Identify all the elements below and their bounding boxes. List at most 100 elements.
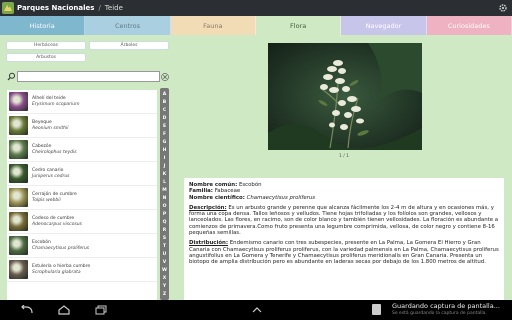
description-text: Es un arbusto grande y perenne que alcan… <box>189 204 499 237</box>
tab-centros[interactable]: Centros <box>85 16 171 35</box>
species-scientific-name: Chamaecytisus proliferus <box>32 245 90 251</box>
list-item[interactable]: Estulería o hierba cumbre Scrophularia gl… <box>7 258 157 282</box>
alphabet-letter[interactable]: V <box>163 260 166 265</box>
home-icon[interactable] <box>57 304 71 316</box>
filter-arboles-button[interactable]: Árboles <box>89 41 169 50</box>
distribution-label: Distribución: <box>189 240 229 247</box>
species-scientific-name: Scrophularia glabrata <box>32 269 81 275</box>
search-input[interactable] <box>17 71 160 82</box>
alphabet-letter[interactable]: B <box>163 100 166 105</box>
species-thumbnail <box>9 260 28 279</box>
filter-herbaceas-button[interactable]: Herbáceas <box>6 41 86 50</box>
list-item[interactable]: Codeso de cumbre Adenocarpus viscosus <box>7 210 157 234</box>
list-item-text: Alhelí del teide Erysimum scoparium <box>32 96 80 108</box>
list-item-text: Beyeque Aeonium smithii <box>32 120 68 132</box>
scientific-name-label: Nombre científico: <box>189 194 245 201</box>
chevron-up-icon[interactable] <box>250 304 264 316</box>
list-item-text: Cabezón Cheirolophus teydis <box>32 144 77 156</box>
alphabet-letter[interactable]: P <box>163 212 166 217</box>
list-item[interactable]: Cedro canario Juniperus cedrus <box>7 162 157 186</box>
alphabet-letter[interactable]: I <box>164 156 166 161</box>
alphabet-letter[interactable]: N <box>163 196 167 201</box>
back-icon[interactable] <box>20 304 34 316</box>
list-item[interactable]: Beyeque Aeonium smithii <box>7 114 157 138</box>
alphabet-letter[interactable]: R <box>163 228 166 233</box>
alphabet-letter[interactable]: Y <box>163 284 166 289</box>
gear-icon[interactable] <box>497 2 509 14</box>
notification-subtitle: Se está guardando la captura de pantalla… <box>392 311 487 316</box>
species-scientific-name: Erysimum scoparium <box>32 101 80 107</box>
species-list: Alhelí del teide Erysimum scoparium Beyequ… <box>7 90 157 300</box>
filter-group: Herbáceas Árboles Arbustos <box>6 41 169 65</box>
search-icon <box>6 71 17 82</box>
breadcrumb: Teide <box>104 4 123 12</box>
list-item-text: Cerrajón de cumbre Tolpis webbii <box>32 192 77 204</box>
tab-curiosidades[interactable]: Curiosidades <box>426 16 512 35</box>
alphabet-letter[interactable]: L <box>163 180 166 185</box>
filter-arbustos-button[interactable]: Arbustos <box>6 53 86 62</box>
alphabet-letter[interactable]: Z <box>163 292 166 297</box>
alphabet-letter[interactable]: U <box>163 252 167 257</box>
alphabet-letter[interactable]: C <box>163 108 166 113</box>
alphabet-letter[interactable]: Q <box>163 220 167 225</box>
family-label: Familia: <box>189 188 213 195</box>
close-icon[interactable] <box>160 71 170 82</box>
list-item[interactable]: Cerrajón de cumbre Tolpis webbii <box>7 186 157 210</box>
screenshot-notification: Guardando captura de pantalla... Se está… <box>372 302 512 318</box>
scientific-name: Chamaecytisus proliferus <box>246 194 316 201</box>
alphabet-letter[interactable]: K <box>163 172 167 177</box>
photo-counter: 1 / 1 <box>338 154 350 159</box>
species-scientific-name: Aeonium smithii <box>32 125 69 131</box>
species-description: Nombre común: Escobón Familia: Fabaceae … <box>184 178 504 300</box>
action-bar: Parques Nacionales / Teide <box>0 0 512 16</box>
description-label: Descripción: <box>189 204 227 211</box>
alphabet-letter[interactable]: S <box>163 236 166 241</box>
species-photo[interactable] <box>268 43 422 150</box>
list-item[interactable]: Escobón Chamaecytisus proliferus <box>7 234 157 258</box>
alphabet-letter[interactable]: W <box>162 268 167 273</box>
list-item[interactable]: Alhelí del teide Erysimum scoparium <box>7 90 157 114</box>
recent-apps-icon[interactable] <box>94 304 108 316</box>
species-detail-panel: 1 / 1 Nombre común: Escobón Familia: Fab… <box>176 36 512 300</box>
species-list-panel: Herbáceas Árboles Arbustos Alhelí del te… <box>0 36 175 300</box>
alphabet-letter[interactable]: M <box>162 188 166 193</box>
species-thumbnail <box>9 140 28 159</box>
species-scientific-name: Juniperus cedrus <box>32 173 70 179</box>
alphabet-letter[interactable]: J <box>164 164 166 169</box>
species-scientific-name: Tolpis webbii <box>32 197 61 203</box>
species-thumbnail <box>9 116 28 135</box>
species-thumbnail <box>9 164 28 183</box>
list-item-text: Estulería o hierba cumbre Scrophularia gl… <box>32 264 90 276</box>
app-title: Parques Nacionales <box>17 4 95 12</box>
list-item-text: Cedro canario Juniperus cedrus <box>32 168 70 180</box>
common-name: Escobón <box>238 182 262 188</box>
family-value: Fabaceae <box>214 188 241 195</box>
distribution-text: Endemismo canario con tres subespecies, … <box>189 240 499 266</box>
section-tabs: Historia Centros Fauna Flora Navegador C… <box>0 16 512 36</box>
alphabet-letter[interactable]: G <box>163 140 167 145</box>
app-logo-icon[interactable] <box>2 2 14 14</box>
alphabet-letter[interactable]: O <box>163 204 167 209</box>
alphabet-index[interactable]: ABCDEFGHIJKLMNOPQRSTUVWXYZ <box>160 88 169 300</box>
list-item-text: Escobón Chamaecytisus proliferus <box>32 240 89 252</box>
alphabet-letter[interactable]: X <box>163 276 166 281</box>
alphabet-letter[interactable]: A <box>163 92 166 97</box>
species-scientific-name: Adenocarpus viscosus <box>32 221 82 227</box>
breadcrumb-separator: / <box>98 4 101 12</box>
notification-title: Guardando captura de pantalla... <box>392 302 500 310</box>
species-scientific-name: Cheirolophus teydis <box>32 149 77 155</box>
tab-flora[interactable]: Flora <box>255 16 342 36</box>
tab-fauna[interactable]: Fauna <box>170 16 256 35</box>
list-item-text: Codeso de cumbre Adenocarpus viscosus <box>32 216 82 228</box>
alphabet-letter[interactable]: H <box>163 148 167 153</box>
search-bar <box>6 71 170 83</box>
alphabet-letter[interactable]: T <box>163 244 166 249</box>
list-item[interactable]: Cabezón Cheirolophus teydis <box>7 138 157 162</box>
tab-navegador[interactable]: Navegador <box>341 16 427 35</box>
alphabet-letter[interactable]: E <box>163 124 166 129</box>
alphabet-letter[interactable]: D <box>163 116 167 121</box>
alphabet-letter[interactable]: F <box>163 132 166 137</box>
species-thumbnail <box>9 236 28 255</box>
species-thumbnail <box>9 188 28 207</box>
tab-historia[interactable]: Historia <box>0 16 86 35</box>
